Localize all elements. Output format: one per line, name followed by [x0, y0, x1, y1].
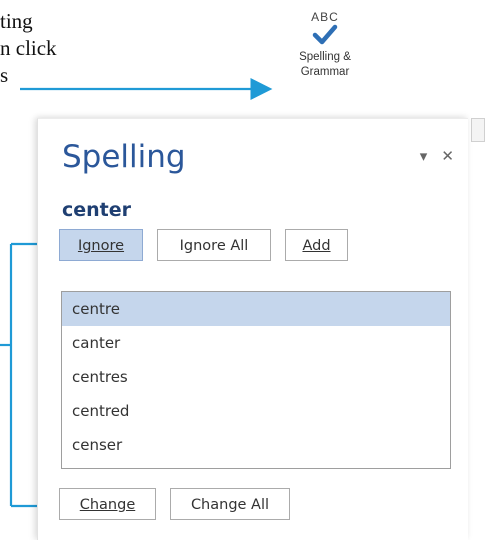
spelling-grammar-button[interactable]: ABC Spelling & Grammar: [270, 8, 380, 100]
instruction-caption: ting n click s: [0, 8, 57, 89]
change-button-label: Change: [79, 497, 136, 513]
caption-line-2: n click: [0, 36, 57, 60]
spelling-pane: Spelling ▾ ✕ center Ignore Ignore All Ad…: [37, 118, 468, 540]
caption-line-1: ting: [0, 9, 33, 33]
change-all-button[interactable]: Change All: [170, 488, 290, 520]
checkmark-icon: [312, 24, 338, 45]
misspelled-word: center: [62, 199, 132, 221]
suggestion-item[interactable]: centred: [62, 394, 450, 428]
suggestions-list[interactable]: centre canter centres centred censer: [61, 291, 451, 469]
spelling-grammar-label-1: Spelling &: [299, 51, 351, 63]
document-edge-marker: [471, 118, 485, 142]
ignore-button-label: Ignore: [77, 238, 125, 254]
ignore-button[interactable]: Ignore: [59, 229, 143, 261]
add-button[interactable]: Add: [285, 229, 348, 261]
add-button-label: Add: [302, 238, 331, 254]
pane-controls: ▾ ✕: [410, 147, 454, 165]
spelling-grammar-label-2: Grammar: [300, 66, 350, 78]
abc-label: ABC: [311, 10, 339, 24]
suggestion-item[interactable]: censer: [62, 428, 450, 462]
close-icon[interactable]: ✕: [441, 147, 454, 165]
pane-title: Spelling: [62, 139, 186, 175]
change-button[interactable]: Change: [59, 488, 156, 520]
suggestion-item[interactable]: canter: [62, 326, 450, 360]
dropdown-arrow-icon[interactable]: ▾: [420, 147, 428, 165]
change-all-button-label: Change All: [190, 497, 270, 513]
suggestion-item[interactable]: centres: [62, 360, 450, 394]
suggestion-item[interactable]: centre: [62, 292, 450, 326]
ignore-all-button[interactable]: Ignore All: [157, 229, 271, 261]
caption-line-3: s: [0, 63, 9, 87]
ignore-all-button-label: Ignore All: [179, 238, 249, 254]
